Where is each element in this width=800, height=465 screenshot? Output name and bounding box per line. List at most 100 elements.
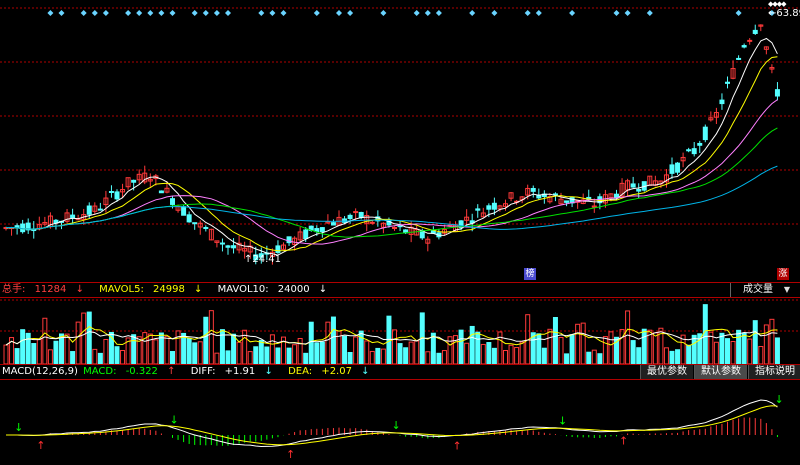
tab-best-params[interactable]: 最优参数 [640, 365, 693, 379]
volume-bar [597, 353, 603, 364]
zongshou-arrow-icon: ↓ [75, 284, 84, 295]
volume-bar [3, 344, 9, 364]
candle-body [675, 162, 681, 173]
volume-bar [47, 349, 53, 364]
signal-diamond-icon [147, 10, 154, 16]
volume-bar [669, 350, 675, 364]
volume-bar [641, 328, 647, 364]
volume-bar [253, 346, 259, 364]
volume-bar [486, 342, 492, 364]
volume-bar [480, 343, 486, 364]
volume-bar [547, 328, 553, 364]
volume-bar [364, 340, 370, 364]
volume-bar [225, 350, 231, 364]
volume-bar [430, 332, 436, 364]
chevron-down-icon: ▼ [783, 285, 790, 294]
death-cross-arrow-icon: ↓ [392, 419, 401, 432]
volume-bar [652, 332, 658, 364]
volume-bar [308, 321, 314, 364]
dea-label: DEA: [288, 366, 313, 377]
macd-panel[interactable]: ↓ ↑ ↓ ↑ ↓ ↑ ↓ ↑ ↓ [0, 380, 800, 465]
dea-arrow-icon: ↓ [361, 366, 370, 377]
price-panel[interactable]: ◆◆◆◆ ←63.89 ↑24.41 榜 涨 [0, 0, 800, 282]
signal-diamond-icon [613, 10, 620, 16]
volume-bar [269, 334, 275, 364]
volume-bar [314, 342, 320, 364]
zongshou-value: 11284 [34, 284, 67, 295]
candle-body [20, 223, 26, 233]
volume-bar [70, 351, 76, 364]
volume-bar [147, 333, 153, 364]
macd-chart[interactable]: ↓ ↑ ↓ ↑ ↓ ↑ ↓ ↑ ↓ [0, 380, 800, 465]
mavol5-label: MAVOL5: [99, 284, 144, 295]
volume-bar [197, 341, 203, 364]
zhang-tag[interactable]: 涨 [777, 268, 789, 280]
stock-chart-window: ◆◆◆◆ ←63.89 ↑24.41 榜 涨 总手: 11284 ↓ MAVOL… [0, 0, 800, 465]
volume-bar [464, 342, 470, 364]
volume-bar [691, 334, 697, 364]
candle-body [353, 211, 359, 214]
ma10-line [5, 56, 778, 252]
tab-default-params[interactable]: 默认参数 [694, 365, 747, 379]
volume-bar [275, 347, 281, 364]
signal-diamond-icon [136, 10, 143, 16]
tab-indicator-help[interactable]: 指标说明 [748, 365, 800, 379]
signal-diamond-icon [569, 10, 576, 16]
golden-cross-arrow-icon: ↑ [619, 435, 628, 448]
volume-bar [686, 344, 692, 364]
volume-chart[interactable] [0, 298, 800, 364]
macd-legend-bar: MACD(12,26,9) MACD: -0.322 ↑ DIFF: +1.91… [0, 364, 800, 380]
volume-bar [508, 344, 514, 364]
candle-body [741, 45, 747, 48]
candlestick-chart[interactable] [0, 0, 800, 282]
volume-bar [586, 351, 592, 364]
candle-body [630, 183, 636, 188]
signal-diamond-icon [47, 10, 54, 16]
candle-body [192, 222, 198, 225]
volume-bar [36, 339, 42, 364]
candle-body [70, 214, 76, 219]
volume-bar [175, 330, 181, 364]
signal-diamond-icon [125, 10, 132, 16]
candle-body [330, 222, 336, 226]
signal-diamond-icon [336, 10, 342, 16]
volume-bar [414, 340, 420, 364]
volume-bar [386, 315, 392, 364]
volume-bar [186, 337, 192, 364]
candle-body [158, 190, 164, 194]
volume-bar [120, 349, 126, 364]
volume-bar [164, 335, 170, 364]
macd-name: MACD(12,26,9) [2, 366, 78, 377]
indicator-selector[interactable]: 成交量 ▼ [730, 283, 800, 297]
volume-bar [153, 339, 159, 364]
candle-body [231, 245, 237, 249]
candle-body [358, 211, 364, 219]
bang-tag[interactable]: 榜 [524, 268, 536, 280]
golden-cross-arrow-icon: ↑ [286, 448, 295, 461]
death-cross-arrow-icon: ↓ [774, 393, 783, 406]
signal-diamond-icon [80, 10, 87, 16]
volume-panel[interactable] [0, 298, 800, 364]
volume-bar [347, 352, 353, 364]
signal-diamond-icon [491, 10, 498, 16]
mavol10-item: MAVOL10: 24000 ↓ [218, 283, 334, 297]
volume-bar [392, 329, 397, 364]
signal-diamond-icon [213, 10, 220, 16]
candle-body [636, 188, 642, 192]
volume-bar [713, 341, 719, 364]
signal-diamond-icon [258, 10, 265, 16]
candle-body [319, 227, 325, 233]
volume-bar [752, 320, 758, 364]
signal-diamond-icon [413, 10, 420, 16]
volume-bar [541, 347, 547, 364]
candle-body [564, 200, 570, 203]
death-cross-arrow-icon: ↓ [14, 421, 23, 434]
volume-bar [25, 332, 31, 364]
volume-bar [353, 336, 359, 364]
mavol5-arrow-icon: ↓ [194, 284, 203, 295]
volume-bar [75, 321, 81, 364]
volume-bar [369, 350, 375, 364]
diff-arrow-icon: ↓ [264, 366, 273, 377]
death-cross-arrow-icon: ↓ [558, 414, 567, 427]
volume-bar [203, 316, 209, 364]
